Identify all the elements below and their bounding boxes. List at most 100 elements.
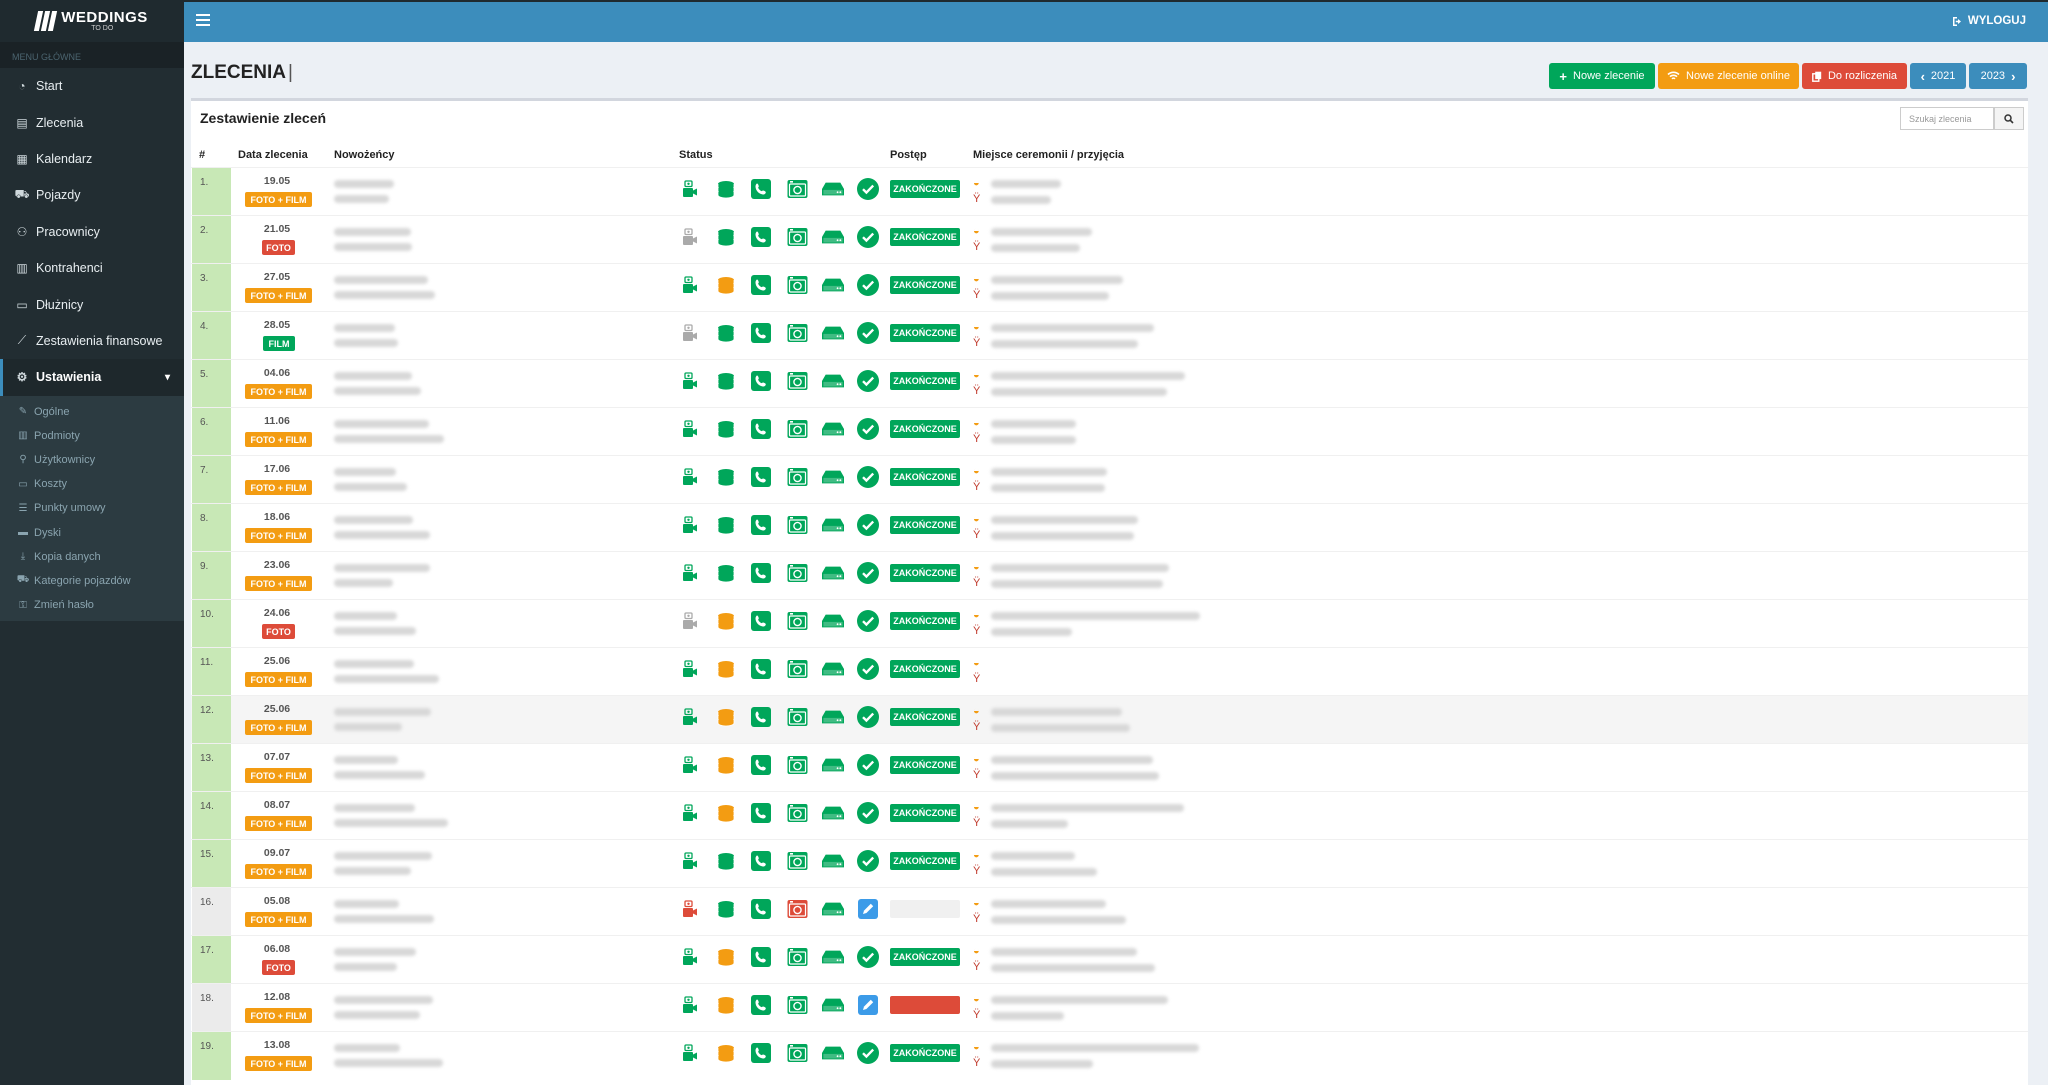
edit-icon[interactable] [857,994,879,1016]
table-row[interactable]: 17. 06.08 FOTO ZAKOŃCZONE ◒ Ÿ [191,935,2028,984]
album-status-icon[interactable] [786,946,808,968]
camera-status-icon[interactable] [679,226,701,248]
camera-status-icon[interactable] [679,274,701,296]
album-status-icon[interactable] [786,994,808,1016]
album-status-icon[interactable] [786,1042,808,1064]
album-status-icon[interactable] [786,706,808,728]
check-icon[interactable] [857,322,880,344]
submenu-item-5[interactable]: ▬ Dyski [0,520,184,544]
check-icon[interactable] [857,418,880,440]
submenu-item-0[interactable]: ✎ Ogólne [0,400,184,424]
check-icon[interactable] [857,754,880,776]
disk-status-icon[interactable] [821,322,844,344]
check-icon[interactable] [857,1042,880,1064]
phone-status-icon[interactable] [750,706,772,728]
camera-status-icon[interactable] [679,706,701,728]
submenu-item-4[interactable]: ☰ Punkty umowy [0,496,184,520]
payment-status-icon[interactable] [715,754,737,776]
payment-status-icon[interactable] [715,274,737,296]
album-status-icon[interactable] [786,370,808,392]
sidebar-item-kontrahenci[interactable]: ▥ Kontrahenci [0,250,184,286]
submenu-item-2[interactable]: ⚲ Użytkownicy [0,448,184,472]
phone-status-icon[interactable] [750,514,772,536]
new-order-button[interactable]: + Nowe zlecenie [1549,63,1655,89]
to-settle-button[interactable]: Do rozliczenia [1802,63,1907,89]
sidebar-item-zlecenia[interactable]: ▤ Zlecenia [0,104,184,140]
disk-status-icon[interactable] [821,706,844,728]
payment-status-icon[interactable] [715,226,737,248]
payment-status-icon[interactable] [715,514,737,536]
camera-status-icon[interactable] [679,466,701,488]
prev-year-button[interactable]: ‹ 2021 [1910,63,1966,89]
payment-status-icon[interactable] [715,706,737,728]
disk-status-icon[interactable] [821,466,844,488]
logout-button[interactable]: WYLOGUJ [1952,15,2026,27]
table-row[interactable]: 2. 21.05 FOTO ZAKOŃCZONE ◒ Ÿ [191,215,2028,264]
submenu-item-7[interactable]: ⛟ Kategorie pojazdów [0,569,184,593]
phone-status-icon[interactable] [750,850,772,872]
sidebar-item-pojazdy[interactable]: ⛟ Pojazdy [0,177,184,213]
camera-status-icon[interactable] [679,562,701,584]
phone-status-icon[interactable] [750,562,772,584]
disk-status-icon[interactable] [821,610,844,632]
submenu-item-1[interactable]: ▥ Podmioty [0,424,184,448]
album-status-icon[interactable] [786,466,808,488]
disk-status-icon[interactable] [821,946,844,968]
search-input[interactable]: Szukaj zlecenia [1900,107,1994,130]
payment-status-icon[interactable] [715,1042,737,1064]
table-row[interactable]: 1. 19.05 FOTO + FILM ZAKOŃCZONE ◒ Ÿ [191,167,2028,216]
camera-status-icon[interactable] [679,802,701,824]
album-status-icon[interactable] [786,514,808,536]
payment-status-icon[interactable] [715,850,737,872]
table-row[interactable]: 6. 11.06 FOTO + FILM ZAKOŃCZONE ◒ Ÿ [191,407,2028,456]
album-status-icon[interactable] [786,658,808,680]
phone-status-icon[interactable] [750,370,772,392]
phone-status-icon[interactable] [750,658,772,680]
phone-status-icon[interactable] [750,226,772,248]
disk-status-icon[interactable] [821,226,844,248]
check-icon[interactable] [857,802,880,824]
table-row[interactable]: 4. 28.05 FILM ZAKOŃCZONE ◒ Ÿ [191,311,2028,360]
table-row[interactable]: 8. 18.06 FOTO + FILM ZAKOŃCZONE ◒ Ÿ [191,503,2028,552]
phone-status-icon[interactable] [750,946,772,968]
check-icon[interactable] [857,226,880,248]
disk-status-icon[interactable] [821,898,844,920]
table-row[interactable]: 3. 27.05 FOTO + FILM ZAKOŃCZONE ◒ Ÿ [191,263,2028,312]
logo[interactable]: WEDDINGS TO DO [0,0,184,42]
table-row[interactable]: 19. 13.08 FOTO + FILM ZAKOŃCZONE ◒ Ÿ [191,1031,2028,1080]
phone-status-icon[interactable] [750,274,772,296]
table-row[interactable]: 14. 08.07 FOTO + FILM ZAKOŃCZONE ◒ Ÿ [191,791,2028,840]
camera-status-icon[interactable] [679,898,701,920]
disk-status-icon[interactable] [821,1042,844,1064]
disk-status-icon[interactable] [821,418,844,440]
album-status-icon[interactable] [786,850,808,872]
album-status-icon[interactable] [786,610,808,632]
submenu-item-8[interactable]: ⚿ Zmień hasło [0,593,184,617]
payment-status-icon[interactable] [715,178,737,200]
check-icon[interactable] [857,658,880,680]
camera-status-icon[interactable] [679,754,701,776]
menu-toggle-icon[interactable] [196,14,210,26]
disk-status-icon[interactable] [821,850,844,872]
disk-status-icon[interactable] [821,514,844,536]
table-row[interactable]: 16. 05.08 FOTO + FILM ◒ Ÿ [191,887,2028,936]
payment-status-icon[interactable] [715,370,737,392]
phone-status-icon[interactable] [750,1042,772,1064]
check-icon[interactable] [857,562,880,584]
camera-status-icon[interactable] [679,178,701,200]
camera-status-icon[interactable] [679,418,701,440]
payment-status-icon[interactable] [715,322,737,344]
camera-status-icon[interactable] [679,610,701,632]
disk-status-icon[interactable] [821,658,844,680]
new-online-order-button[interactable]: Nowe zlecenie online [1658,63,1799,89]
table-row[interactable]: 18. 12.08 FOTO + FILM ◒ Ÿ [191,983,2028,1032]
phone-status-icon[interactable] [750,802,772,824]
check-icon[interactable] [857,610,880,632]
disk-status-icon[interactable] [821,274,844,296]
album-status-icon[interactable] [786,274,808,296]
camera-status-icon[interactable] [679,850,701,872]
disk-status-icon[interactable] [821,994,844,1016]
next-year-button[interactable]: 2023 › [1969,63,2027,89]
sidebar-item-kalendarz[interactable]: ▦ Kalendarz [0,141,184,177]
check-icon[interactable] [857,178,880,200]
